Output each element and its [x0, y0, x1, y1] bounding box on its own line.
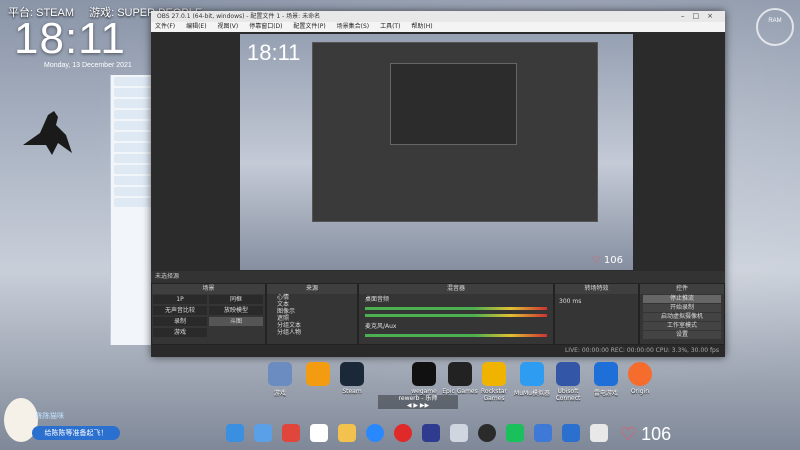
start-recording-button[interactable]: 开始录制 [643, 304, 721, 312]
taskbar-app-icon[interactable] [422, 424, 440, 442]
source-item[interactable]: 文本 [267, 301, 357, 308]
taskbar-app-icon[interactable] [562, 424, 580, 442]
obs-dock: 场景 1P 同框 无声音比较 放映模型 录制 斗图 游戏 来源 心情 文本 图像示 遮… [151, 283, 725, 345]
mascot-title: 陈陈猫咪 [36, 412, 64, 420]
obs-status-bar: LIVE: 00:00:00 REC: 00:00:00 CPU: 3.3%, … [151, 345, 725, 357]
source-item[interactable]: 图像示 [267, 308, 357, 315]
taskbar-app-icon[interactable] [338, 424, 356, 442]
transition-duration[interactable]: 300 ms [555, 294, 638, 309]
obs-taskbar-icon[interactable] [478, 424, 496, 442]
heart-counter: ♡ 106 [620, 424, 672, 444]
icon-label: Ubisoft Connect [555, 388, 581, 402]
obs-preview[interactable]: 18:11 ♡ 106 [240, 34, 633, 270]
obs-title: OBS 27.0.1 (64-bit, windows) - 配置文件 1 - … [157, 13, 321, 20]
window-controls[interactable]: –□× [681, 11, 721, 22]
raven-icon [23, 111, 72, 155]
taskbar-app-icon[interactable] [282, 424, 300, 442]
player-controls[interactable]: ◀ ▶ ▶▶ [378, 402, 458, 409]
heart-icon: ♡ [620, 424, 637, 444]
obs-titlebar[interactable]: OBS 27.0.1 (64-bit, windows) - 配置文件 1 - … [151, 11, 725, 22]
ldplayer-icon[interactable] [594, 362, 618, 386]
ubisoft-icon[interactable] [556, 362, 580, 386]
icon-label: wegame [411, 388, 437, 395]
desktop-clock: 18:11 [14, 14, 126, 63]
studio-mode-button[interactable]: 工作室模式 [643, 322, 721, 330]
scene-item[interactable]: 斗图 [209, 317, 263, 326]
menu-help[interactable]: 帮助(H) [411, 23, 432, 30]
scenes-panel[interactable]: 场景 1P 同框 无声音比较 放映模型 录制 斗图 游戏 [151, 283, 266, 345]
chat-panel[interactable] [110, 75, 155, 345]
scene-item[interactable]: 无声音比较 [153, 306, 207, 315]
music-player[interactable]: rewerb - 乐师 ◀ ▶ ▶▶ [378, 395, 458, 409]
virtual-camera-button[interactable]: 启动虚拟摄像机 [643, 313, 721, 321]
menu-file[interactable]: 文件(F) [155, 23, 175, 30]
steam-icon[interactable] [340, 362, 364, 386]
icon-label: 游戏 [273, 390, 286, 397]
nested-preview-deep [390, 63, 517, 145]
player-track: rewerb - 乐师 [398, 395, 438, 402]
menu-docks[interactable]: 停靠窗口(D) [249, 23, 282, 30]
scene-item[interactable]: 放映模型 [209, 306, 263, 315]
qq-icon[interactable] [310, 424, 328, 442]
menu-profile[interactable]: 配置文件(P) [293, 23, 325, 30]
source-status-label: 未选择源 [151, 271, 725, 283]
game-folder-icon[interactable] [268, 362, 292, 386]
audio-meter [365, 334, 547, 337]
mixer-desktop-audio: 桌面音频 [365, 296, 390, 303]
audio-meter [365, 307, 547, 310]
mixer-mic: 麦克风/Aux [365, 323, 397, 330]
scene-item[interactable]: 游戏 [153, 328, 207, 337]
icon-label: Steam [342, 388, 362, 395]
menu-view[interactable]: 视图(V) [217, 23, 238, 30]
source-item[interactable]: 遮照 [267, 315, 357, 322]
epic-games-icon[interactable] [448, 362, 472, 386]
taskbar-app-icon[interactable] [450, 424, 468, 442]
audio-meter [365, 314, 547, 317]
source-item[interactable]: 分组人物 [267, 329, 357, 336]
source-item[interactable]: 分组文本 [267, 322, 357, 329]
source-item[interactable]: 心情 [267, 294, 357, 301]
scene-item[interactable]: 录制 [153, 317, 207, 326]
sources-panel[interactable]: 来源 心情 文本 图像示 遮照 分组文本 分组人物 [266, 283, 358, 345]
origin-icon[interactable] [628, 362, 652, 386]
app-icon[interactable] [306, 362, 330, 386]
netease-music-icon[interactable] [394, 424, 412, 442]
preview-clock: 18:11 [247, 40, 301, 65]
icon-label: MuMu模拟器 [514, 390, 550, 397]
menu-edit[interactable]: 编辑(E) [186, 23, 206, 30]
scenes-header: 场景 [152, 284, 265, 294]
taskbar-app-icon[interactable] [366, 424, 384, 442]
mumu-icon[interactable] [520, 362, 544, 386]
transitions-header: 转场特效 [555, 284, 638, 294]
taskbar-app-icon[interactable] [226, 424, 244, 442]
windows-start-icon[interactable] [590, 424, 608, 442]
transitions-panel[interactable]: 转场特效 300 ms [554, 283, 639, 345]
sources-header: 来源 [267, 284, 357, 294]
obs-menubar[interactable]: 文件(F) 编辑(E) 视图(V) 停靠窗口(D) 配置文件(P) 场景集合(S… [151, 22, 725, 32]
scene-item[interactable]: 同框 [209, 295, 263, 304]
obs-window[interactable]: OBS 27.0.1 (64-bit, windows) - 配置文件 1 - … [151, 11, 725, 357]
desktop-date: Monday, 13 December 2021 [44, 62, 132, 69]
taskbar-app-icon[interactable] [506, 424, 524, 442]
taskbar-app-icon[interactable] [534, 424, 552, 442]
mixer-header: 混音器 [359, 284, 553, 294]
preview-heart-counter: ♡ 106 [591, 255, 623, 266]
taskbar-app-icon[interactable] [254, 424, 272, 442]
stop-streaming-button[interactable]: 停止推流 [643, 295, 721, 303]
wegame-icon[interactable] [412, 362, 436, 386]
stream-banner: 给陈陈等准备起飞！ [32, 426, 120, 440]
menu-tools[interactable]: 工具(T) [380, 23, 400, 30]
controls-panel[interactable]: 控件 停止推流 开始录制 启动虚拟摄像机 工作室模式 设置 [639, 283, 725, 345]
ram-widget: RAM [756, 8, 794, 46]
rockstar-icon[interactable] [482, 362, 506, 386]
mixer-panel[interactable]: 混音器 桌面音频 麦克风/Aux [358, 283, 554, 345]
settings-button[interactable]: 设置 [643, 331, 721, 339]
menu-scene-collection[interactable]: 场景集合(S) [337, 23, 370, 30]
nested-preview [312, 42, 598, 222]
controls-header: 控件 [640, 284, 724, 294]
scene-item[interactable]: 1P [153, 295, 207, 304]
icon-label: Origin [630, 388, 650, 395]
icon-label: Rockstar Games [481, 388, 507, 402]
